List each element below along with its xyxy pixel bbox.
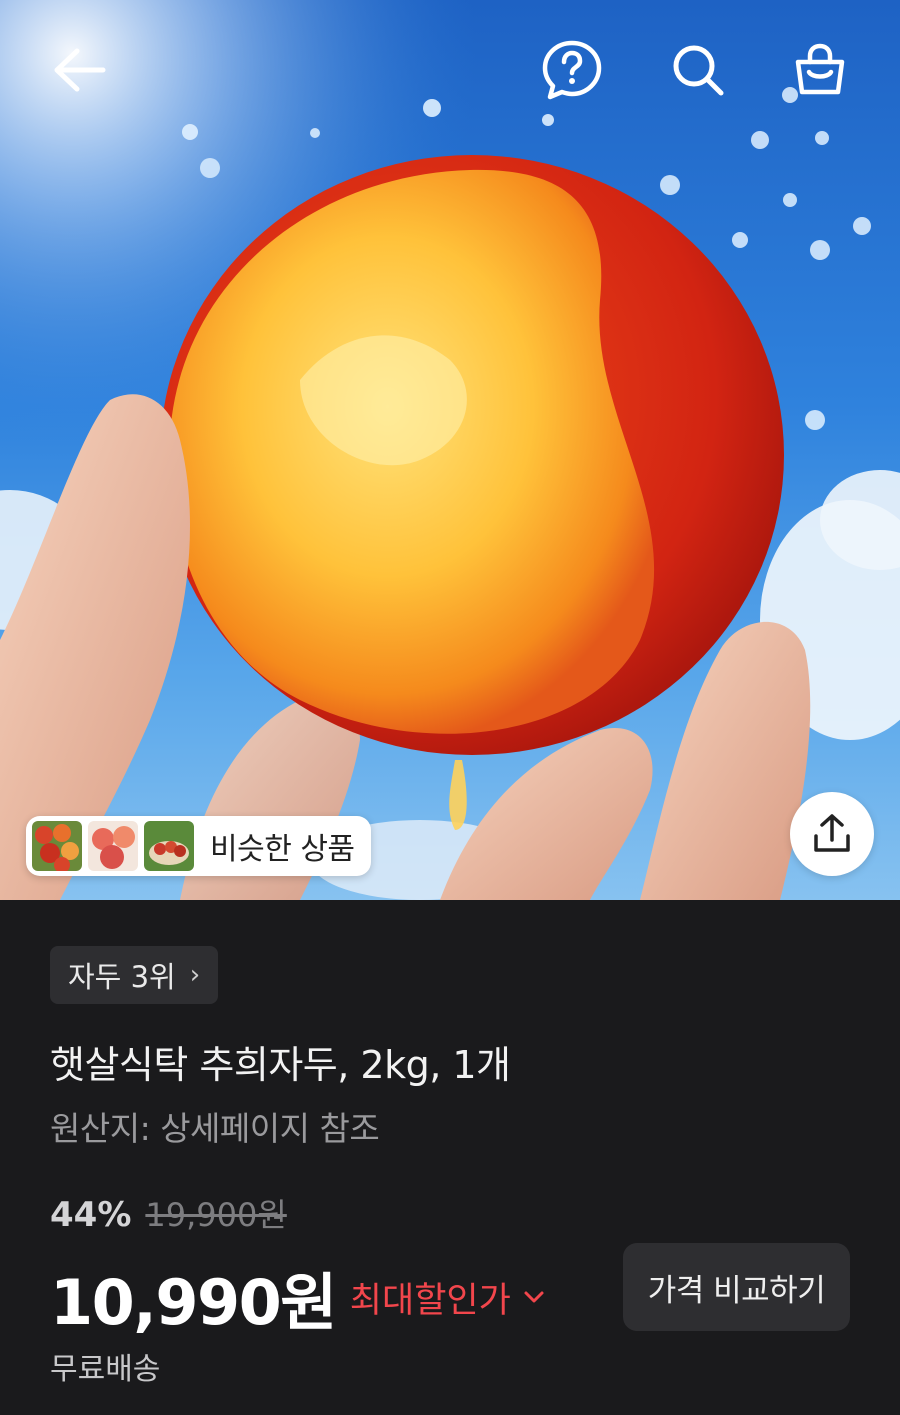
max-discount-label: 최대할인가 xyxy=(349,1280,511,1321)
original-price: 19,900원 xyxy=(145,1196,287,1234)
category-rank-chip[interactable]: 자두 3위 › xyxy=(50,946,219,1004)
cart-icon xyxy=(795,43,845,95)
help-icon xyxy=(542,40,602,100)
price-row: 10,990원 최대할인가 xyxy=(50,1252,545,1342)
similar-products-button[interactable]: 비슷한 상품 xyxy=(26,816,371,876)
back-button[interactable] xyxy=(44,34,116,106)
similar-thumbnail xyxy=(32,821,82,871)
similar-products-label: 비슷한 상품 xyxy=(210,832,355,867)
max-discount-toggle[interactable]: 최대할인가 xyxy=(350,1272,545,1323)
shipping-info: 무료배송 xyxy=(50,1352,161,1387)
similar-thumbnail xyxy=(88,821,138,871)
discount-rate: 44% xyxy=(50,1195,132,1235)
search-icon xyxy=(673,45,724,96)
similar-thumbnail xyxy=(144,821,194,871)
product-image[interactable]: 비슷한 상품 xyxy=(0,0,900,900)
category-rank-label: 자두 3위 xyxy=(68,960,176,994)
product-origin: 원산지: 상세페이지 참조 xyxy=(50,1109,380,1148)
price-compare-button[interactable]: 가격 비교하기 xyxy=(623,1243,850,1331)
product-photo xyxy=(0,0,900,900)
back-arrow-icon xyxy=(54,48,106,92)
help-button[interactable] xyxy=(536,34,608,106)
discount-row: 44% 19,900원 xyxy=(50,1190,287,1236)
sale-price: 10,990원 xyxy=(50,1266,337,1339)
chevron-down-icon xyxy=(524,1291,544,1303)
search-button[interactable] xyxy=(662,34,734,106)
chevron-right-icon: › xyxy=(189,960,201,990)
share-icon xyxy=(814,814,850,852)
share-button[interactable] xyxy=(790,792,874,876)
cart-button[interactable] xyxy=(784,34,856,106)
product-title: 햇살식탁 추희자두, 2kg, 1개 xyxy=(50,1043,511,1087)
